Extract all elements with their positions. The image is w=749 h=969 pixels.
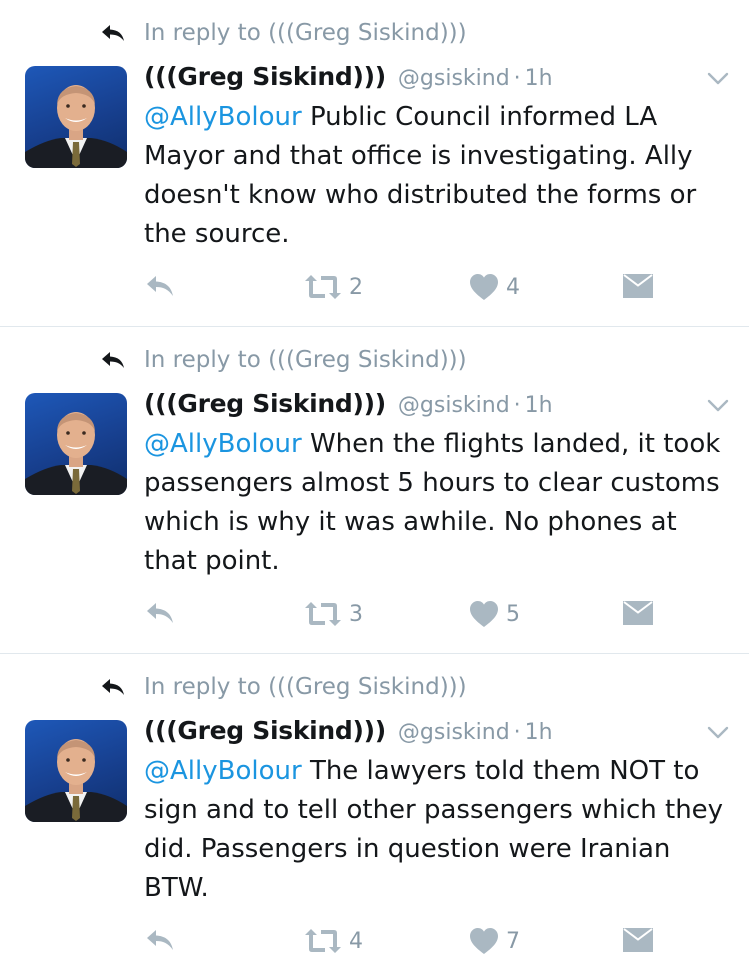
reply-icon: [147, 930, 173, 950]
chevron-down-icon[interactable]: [707, 72, 729, 86]
reply-icon: [147, 603, 173, 623]
tweet-body: (((Greg Siskind))) @gsiskind · 1h @AllyB…: [144, 389, 729, 581]
mention-link[interactable]: @AllyBolour: [144, 102, 302, 132]
timestamp[interactable]: 1h: [525, 66, 553, 91]
direct-message-button[interactable]: [622, 927, 654, 953]
tweet[interactable]: In reply to (((Greg Siskind))) (((Greg S…: [0, 327, 749, 654]
heart-icon: [470, 601, 498, 627]
mention-link[interactable]: @AllyBolour: [144, 429, 302, 459]
like-button[interactable]: 5: [469, 600, 520, 628]
chevron-down-icon[interactable]: [707, 399, 729, 413]
timeline: In reply to (((Greg Siskind))) (((Greg S…: [0, 0, 749, 969]
like-button[interactable]: 7: [469, 927, 520, 955]
retweet-button[interactable]: 4: [304, 927, 363, 955]
direct-message-button[interactable]: [622, 273, 654, 299]
reply-context[interactable]: In reply to (((Greg Siskind))): [100, 674, 467, 700]
avatar[interactable]: [25, 720, 127, 822]
envelope-icon: [623, 601, 653, 625]
reply-context-text: In reply to (((Greg Siskind))): [144, 20, 467, 46]
reply-button[interactable]: [144, 927, 176, 953]
username[interactable]: @gsiskind: [398, 393, 510, 418]
avatar-image: [25, 85, 127, 168]
tweet-header: (((Greg Siskind))) @gsiskind · 1h: [144, 389, 729, 423]
reply-context[interactable]: In reply to (((Greg Siskind))): [100, 20, 467, 46]
retweet-button[interactable]: 3: [304, 600, 363, 628]
tweet-text: @AllyBolour Public Council informed LA M…: [144, 98, 724, 254]
heart-icon: [470, 928, 498, 954]
tweet[interactable]: In reply to (((Greg Siskind))) (((Greg S…: [0, 654, 749, 969]
avatar[interactable]: [25, 393, 127, 495]
timestamp[interactable]: 1h: [525, 393, 553, 418]
reply-arrow-icon: [102, 679, 124, 695]
reply-context-text: In reply to (((Greg Siskind))): [144, 347, 467, 373]
mention-link[interactable]: @AllyBolour: [144, 756, 302, 786]
like-count: 4: [506, 274, 520, 300]
tweet-actions: 3 5: [144, 600, 664, 634]
like-button[interactable]: 4: [469, 273, 520, 301]
separator-dot: ·: [513, 393, 521, 418]
username[interactable]: @gsiskind: [398, 720, 510, 745]
chevron-down-icon[interactable]: [707, 726, 729, 740]
tweet-body: (((Greg Siskind))) @gsiskind · 1h @AllyB…: [144, 716, 729, 908]
username[interactable]: @gsiskind: [398, 66, 510, 91]
display-name[interactable]: (((Greg Siskind))): [144, 62, 386, 91]
retweet-count: 4: [349, 928, 363, 954]
retweet-button[interactable]: 2: [304, 273, 363, 301]
avatar-image: [25, 739, 127, 822]
retweet-icon: [305, 602, 341, 626]
retweet-count: 2: [349, 274, 363, 300]
heart-icon: [470, 274, 498, 300]
retweet-icon: [305, 275, 341, 299]
tweet[interactable]: In reply to (((Greg Siskind))) (((Greg S…: [0, 0, 749, 327]
tweet-actions: 2 4: [144, 273, 664, 307]
tweet-header: (((Greg Siskind))) @gsiskind · 1h: [144, 716, 729, 750]
separator-dot: ·: [513, 66, 521, 91]
tweet-text: @AllyBolour When the flights landed, it …: [144, 425, 724, 581]
like-count: 5: [506, 601, 520, 627]
reply-button[interactable]: [144, 600, 176, 626]
envelope-icon: [623, 274, 653, 298]
reply-context-text: In reply to (((Greg Siskind))): [144, 674, 467, 700]
tweet-body: (((Greg Siskind))) @gsiskind · 1h @AllyB…: [144, 62, 729, 254]
reply-arrow-icon: [102, 352, 124, 368]
reply-button[interactable]: [144, 273, 176, 299]
tweet-text: @AllyBolour The lawyers told them NOT to…: [144, 752, 724, 908]
reply-context[interactable]: In reply to (((Greg Siskind))): [100, 347, 467, 373]
retweet-icon: [305, 929, 341, 953]
tweet-header: (((Greg Siskind))) @gsiskind · 1h: [144, 62, 729, 96]
retweet-count: 3: [349, 601, 363, 627]
envelope-icon: [623, 928, 653, 952]
timestamp[interactable]: 1h: [525, 720, 553, 745]
reply-arrow-icon: [102, 25, 124, 41]
avatar-image: [25, 412, 127, 495]
direct-message-button[interactable]: [622, 600, 654, 626]
tweet-actions: 4 7: [144, 927, 664, 961]
avatar[interactable]: [25, 66, 127, 168]
display-name[interactable]: (((Greg Siskind))): [144, 389, 386, 418]
separator-dot: ·: [513, 720, 521, 745]
like-count: 7: [506, 928, 520, 954]
display-name[interactable]: (((Greg Siskind))): [144, 716, 386, 745]
reply-icon: [147, 276, 173, 296]
